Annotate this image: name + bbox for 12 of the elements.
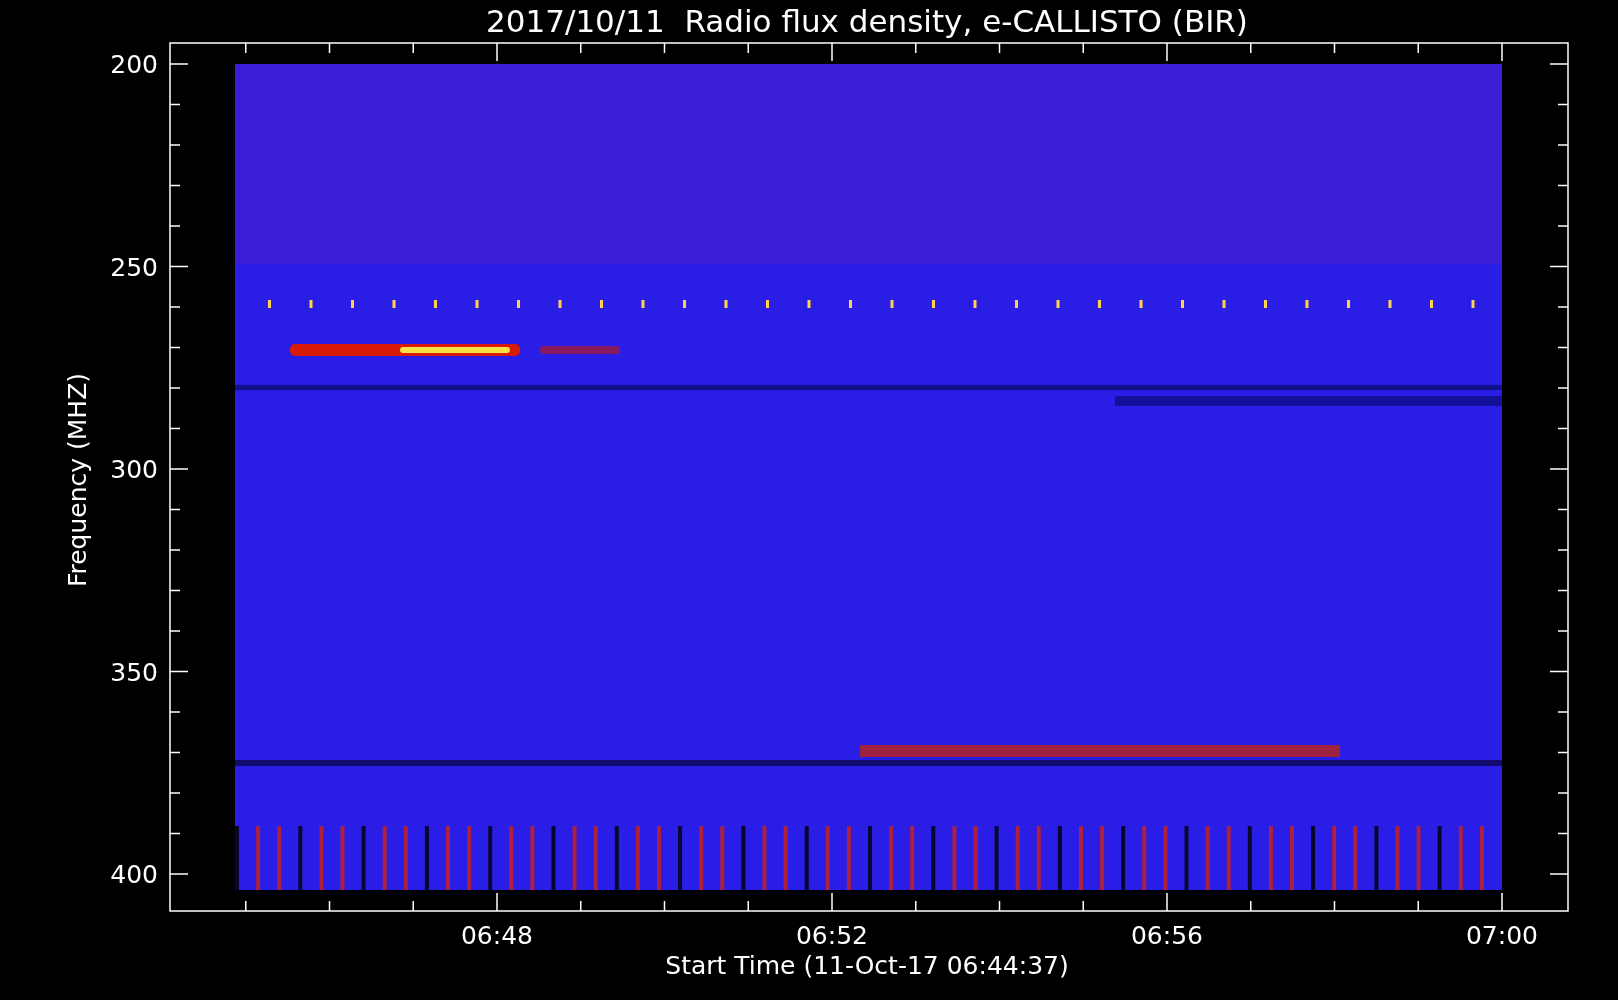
y-tick-label: 400 xyxy=(110,860,158,889)
x-tick-label: 06:56 xyxy=(1131,921,1203,950)
x-tick-label: 07:00 xyxy=(1466,921,1538,950)
x-axis-label: Start Time (11-Oct-17 06:44:37) xyxy=(665,951,1069,980)
y-axis-label: Frequency (MHZ) xyxy=(63,372,92,588)
x-tick-label: 06:52 xyxy=(796,921,868,950)
chart-title: 2017/10/11 Radio flux density, e-CALLISTO (BIR) xyxy=(486,3,1248,39)
x-tick-label: 06:48 xyxy=(461,921,533,950)
y-tick-label: 250 xyxy=(110,252,158,282)
y-tick-label: 300 xyxy=(110,455,158,484)
y-tick-label: 350 xyxy=(110,657,158,687)
y-tick-label: 200 xyxy=(110,50,158,79)
